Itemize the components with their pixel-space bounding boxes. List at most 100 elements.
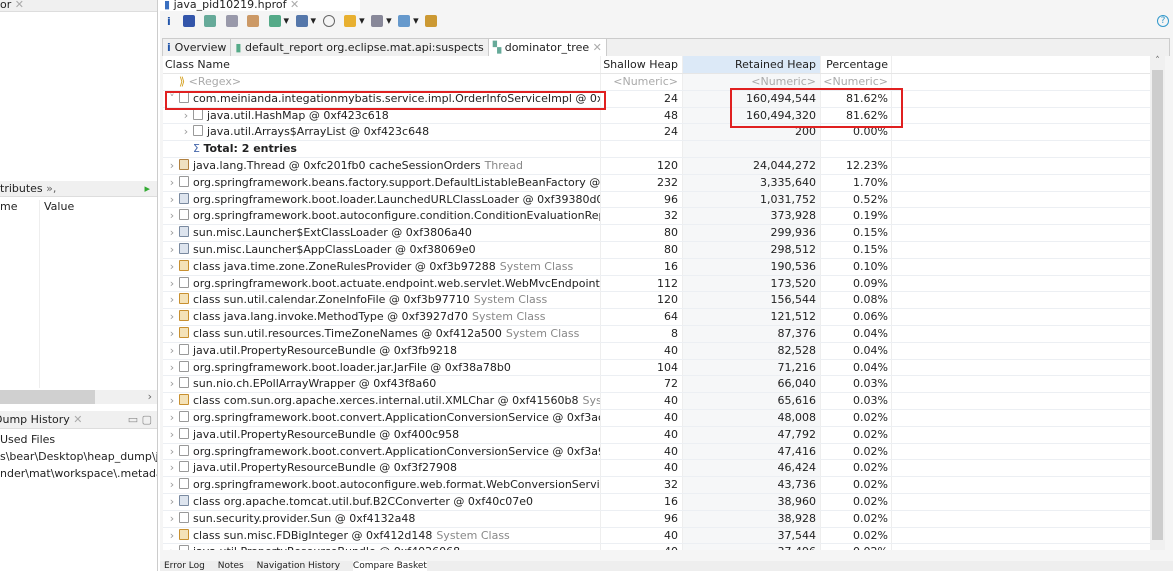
table-row[interactable]: › org.springframework.boot.convert.Applic… bbox=[163, 409, 1150, 427]
table-row[interactable]: › org.springframework.boot.actuate.endpoi… bbox=[163, 275, 1150, 293]
table-row[interactable]: › class com.sun.org.apache.xerces.interna… bbox=[163, 393, 1150, 410]
expand-chevron-icon[interactable]: › bbox=[165, 410, 179, 426]
expand-chevron-icon[interactable]: › bbox=[165, 276, 179, 292]
regex-filter[interactable]: ⟫ <Regex> bbox=[163, 74, 600, 90]
tab-navigation-history[interactable]: Navigation History bbox=[257, 561, 340, 571]
horizontal-scrollbar[interactable]: › bbox=[0, 390, 157, 404]
calculate-icon[interactable] bbox=[371, 15, 384, 27]
tab-compare-basket[interactable]: Compare Basket bbox=[352, 561, 427, 571]
histogram-icon[interactable] bbox=[182, 15, 195, 27]
history-item[interactable]: nder\mat\workspace\.metada bbox=[0, 467, 157, 480]
expand-chevron-icon[interactable]: › bbox=[165, 544, 179, 550]
expand-chevron-icon[interactable]: › bbox=[165, 326, 179, 342]
column-shallow-heap[interactable]: Shallow Heap bbox=[600, 56, 682, 73]
expand-chevron-icon[interactable]: › bbox=[165, 528, 179, 544]
table-row[interactable]: › java.util.HashMap @ 0xf423c618 48 160,494… bbox=[163, 107, 1150, 125]
attributes-tab[interactable]: tributes », ▸ bbox=[0, 181, 157, 197]
table-row[interactable]: › java.util.PropertyResourceBundle @ 0xf4… bbox=[163, 544, 1150, 550]
expand-chevron-icon[interactable]: › bbox=[165, 460, 179, 476]
expand-chevron-icon[interactable]: › bbox=[165, 259, 179, 275]
tab-label: or bbox=[0, 0, 12, 11]
oql-icon[interactable] bbox=[225, 15, 238, 27]
class-name-cell: › java.util.PropertyResourceBundle @ 0xf4… bbox=[163, 544, 600, 550]
column-percentage[interactable]: Percentage bbox=[820, 56, 892, 73]
expand-chevron-icon[interactable]: › bbox=[165, 343, 179, 359]
thread-overview-icon[interactable] bbox=[247, 15, 259, 27]
pin-icon[interactable]: ▸ bbox=[144, 181, 150, 197]
editor-tab-hprof[interactable]: ▮ java_pid10219.hprof ✕ bbox=[160, 0, 360, 11]
percentage-cell: 1.70% bbox=[820, 174, 892, 191]
class-name-cell: › class java.time.zone.ZoneRulesProvider … bbox=[163, 259, 600, 275]
tab-dominator-tree[interactable]: ▚ dominator_tree ✕ bbox=[488, 39, 607, 57]
table-row[interactable]: › java.util.Arrays$ArrayList @ 0xf423c648… bbox=[163, 124, 1150, 142]
expand-chevron-icon[interactable]: › bbox=[165, 292, 179, 308]
info-icon[interactable]: i bbox=[167, 15, 173, 28]
search-icon[interactable] bbox=[322, 15, 335, 27]
expand-chevron-icon[interactable]: › bbox=[165, 393, 179, 409]
percentage-cell: 0.03% bbox=[820, 376, 892, 393]
table-row[interactable]: › sun.nio.ch.EPollArrayWrapper @ 0xf43f8a… bbox=[163, 376, 1150, 394]
tab-default-report[interactable]: ▮ default_report org.eclipse.mat.api:sus… bbox=[231, 39, 489, 57]
table-row[interactable]: › class sun.util.calendar.ZoneInfoFile @ … bbox=[163, 292, 1150, 310]
table-row[interactable]: › java.lang.Thread @ 0xfc201fb0 cacheSess… bbox=[163, 157, 1150, 175]
table-row[interactable]: › class java.time.zone.ZoneRulesProvider … bbox=[163, 258, 1150, 276]
expand-chevron-icon[interactable]: › bbox=[165, 158, 179, 174]
table-row[interactable]: › java.util.PropertyResourceBundle @ 0xf3… bbox=[163, 342, 1150, 360]
minimize-maximize-icon[interactable]: ▭ ▢ bbox=[128, 411, 152, 429]
column-retained-heap[interactable]: Retained Heap bbox=[682, 56, 820, 73]
expand-chevron-icon[interactable]: › bbox=[165, 444, 179, 460]
run-report-icon[interactable] bbox=[268, 15, 281, 27]
shallow-heap-cell: 104 bbox=[600, 359, 682, 376]
vertical-scrollbar[interactable]: ˄ bbox=[1150, 56, 1165, 550]
table-row[interactable]: › class org.apache.tomcat.util.buf.B2CCon… bbox=[163, 493, 1150, 511]
table-row[interactable]: › class sun.util.resources.TimeZoneNames … bbox=[163, 325, 1150, 343]
expand-chevron-icon[interactable]: › bbox=[165, 376, 179, 392]
heap-dump-overview-icon[interactable] bbox=[425, 15, 438, 27]
table-row[interactable]: › org.springframework.boot.loader.Launche… bbox=[163, 191, 1150, 209]
table-row[interactable]: › class sun.misc.FDBigInteger @ 0xf412d14… bbox=[163, 527, 1150, 545]
expand-chevron-icon[interactable]: › bbox=[165, 427, 179, 443]
expand-chevron-icon[interactable]: › bbox=[165, 360, 179, 376]
table-row[interactable]: › class java.lang.invoke.MethodType @ 0xf… bbox=[163, 309, 1150, 326]
export-icon[interactable] bbox=[398, 15, 411, 27]
percentage-cell: 0.02% bbox=[820, 409, 892, 426]
tab-notes[interactable]: Notes bbox=[218, 561, 244, 571]
help-icon[interactable]: ? bbox=[1157, 15, 1169, 27]
table-row[interactable]: Σ Total: 2 entries bbox=[163, 141, 1150, 158]
table-row[interactable]: › sun.misc.Launcher$ExtClassLoader @ 0xf3… bbox=[163, 225, 1150, 242]
expand-chevron-icon[interactable]: › bbox=[165, 494, 179, 510]
history-item[interactable]: s\bear\Desktop\heap_dump\j bbox=[0, 450, 157, 463]
dominator-tree-icon[interactable] bbox=[204, 15, 216, 27]
table-row[interactable]: › java.util.PropertyResourceBundle @ 0xf3… bbox=[163, 460, 1150, 478]
expand-chevron-icon[interactable]: › bbox=[165, 192, 179, 208]
object-label: Thread bbox=[484, 158, 524, 172]
class-name-cell: › org.springframework.boot.convert.Applic… bbox=[163, 444, 600, 460]
query-browser-icon[interactable] bbox=[295, 15, 308, 27]
expand-chevron-icon[interactable]: › bbox=[165, 477, 179, 493]
table-row[interactable]: › org.springframework.beans.factory.suppo… bbox=[163, 174, 1150, 192]
table-row[interactable]: › org.springframework.boot.autoconfigure.… bbox=[163, 208, 1150, 226]
table-row[interactable]: › org.springframework.boot.loader.jar.Jar… bbox=[163, 359, 1150, 377]
shallow-filter[interactable]: <Numeric> bbox=[600, 74, 682, 90]
table-row[interactable]: › org.springframework.boot.convert.Applic… bbox=[163, 443, 1150, 461]
left-top-tab[interactable]: or ✕ bbox=[0, 0, 157, 12]
expand-chevron-icon[interactable]: › bbox=[165, 309, 179, 325]
table-row[interactable]: › java.util.PropertyResourceBundle @ 0xf4… bbox=[163, 426, 1150, 444]
tab-error-log[interactable]: Error Log bbox=[164, 561, 205, 571]
tab-overview[interactable]: i Overview bbox=[163, 39, 232, 57]
table-row[interactable]: › sun.misc.Launcher$AppClassLoader @ 0xf3… bbox=[163, 241, 1150, 259]
expand-chevron-icon[interactable]: › bbox=[165, 511, 179, 527]
object-icon bbox=[179, 410, 189, 422]
percentage-cell: 12.23% bbox=[820, 157, 892, 174]
expand-chevron-icon[interactable]: › bbox=[165, 225, 179, 241]
expand-chevron-icon[interactable]: › bbox=[179, 124, 193, 140]
table-row[interactable]: › sun.security.provider.Sun @ 0xf4132a48 9… bbox=[163, 510, 1150, 528]
expand-chevron-icon[interactable]: › bbox=[165, 175, 179, 191]
percentage-cell: 0.52% bbox=[820, 191, 892, 208]
expand-chevron-icon[interactable]: › bbox=[165, 242, 179, 258]
dump-history-tab[interactable]: Dump History ✕ ▭ ▢ bbox=[0, 411, 157, 429]
column-class-name[interactable]: Class Name bbox=[163, 56, 600, 73]
expand-chevron-icon[interactable]: › bbox=[165, 208, 179, 224]
table-row[interactable]: › org.springframework.boot.autoconfigure.… bbox=[163, 477, 1150, 494]
group-icon[interactable] bbox=[344, 15, 357, 27]
